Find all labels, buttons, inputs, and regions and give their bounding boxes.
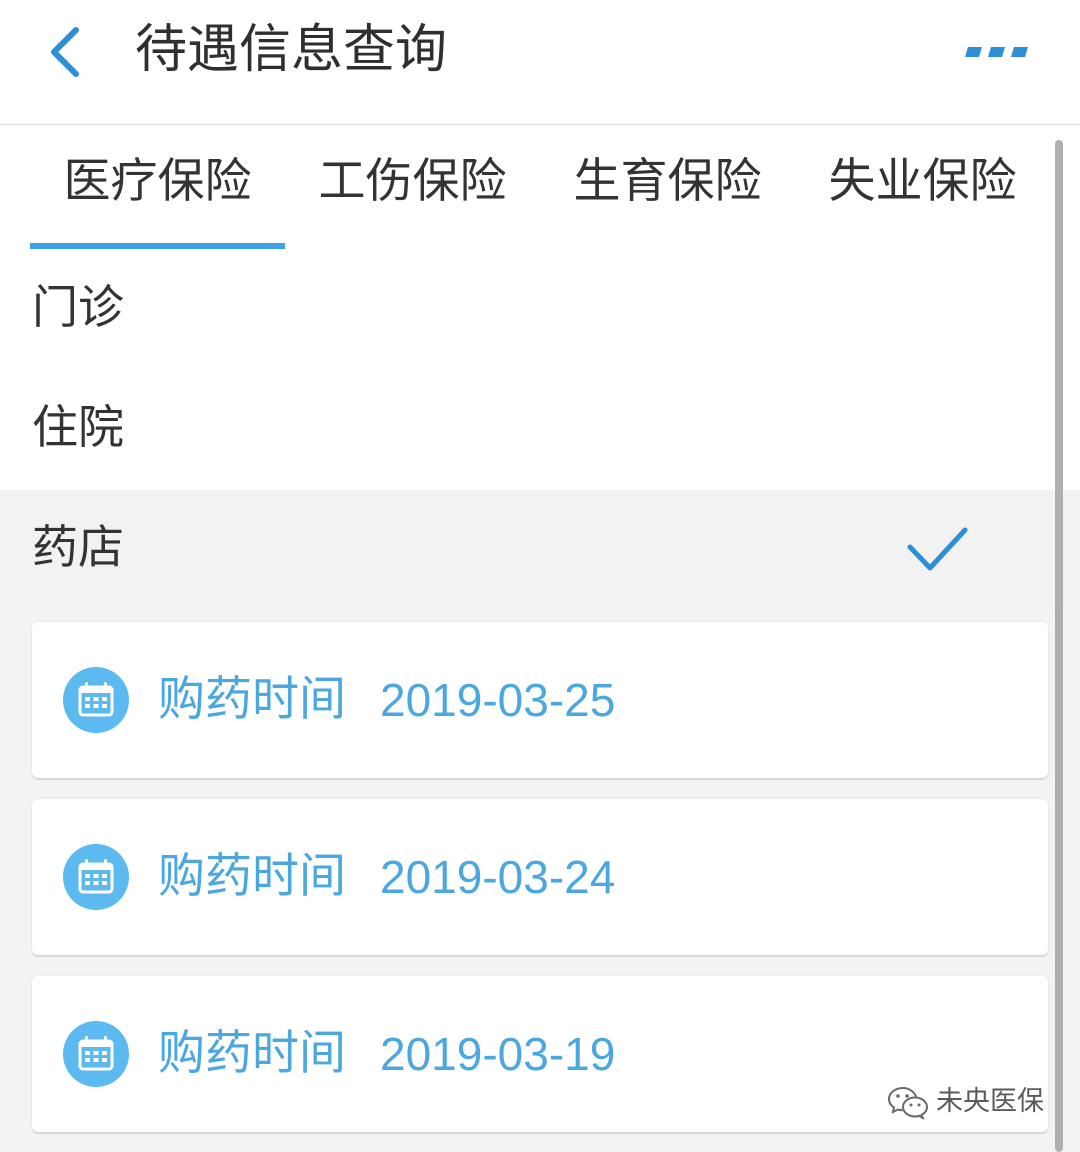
back-button[interactable]: [40, 22, 96, 82]
calendar-icon: [63, 667, 129, 733]
purchase-time-label: 购药时间: [158, 672, 346, 727]
purchase-record-card[interactable]: 购药时间 2019-03-25: [32, 622, 1048, 778]
watermark-text: 未央医保: [936, 1086, 1044, 1117]
app-header: 待遇信息查询: [0, 0, 1080, 125]
page-title: 待遇信息查询: [135, 20, 448, 80]
purchase-date: 2019-03-24: [380, 851, 616, 903]
purchase-time-label: 购药时间: [158, 1026, 346, 1081]
purchase-date: 2019-03-25: [380, 674, 616, 726]
purchase-record-card[interactable]: 购药时间 2019-03-24: [32, 799, 1048, 955]
category-label: 门诊: [32, 280, 124, 334]
tab-label: 生育保险: [573, 154, 762, 209]
tab-label: 医疗保险: [63, 154, 252, 209]
tab-active-indicator: [30, 243, 285, 249]
tab-medical-insurance[interactable]: 医疗保险: [30, 125, 285, 250]
tab-work-injury-insurance[interactable]: 工伤保险: [285, 125, 540, 250]
more-button[interactable]: [955, 36, 1035, 68]
wechat-icon: [887, 1086, 929, 1120]
category-item-pharmacy[interactable]: 药店: [0, 490, 1080, 605]
category-label: 药店: [32, 520, 124, 574]
checkmark-icon: [907, 527, 968, 571]
tab-unemployment-insurance[interactable]: 失业保险: [795, 125, 1050, 250]
more-dots-icon: [965, 47, 1028, 57]
category-item-outpatient[interactable]: 门诊: [0, 250, 1080, 370]
tab-label: 失业保险: [828, 154, 1017, 209]
purchase-date: 2019-03-19: [380, 1028, 616, 1080]
category-label: 住院: [32, 400, 124, 454]
calendar-icon: [63, 1021, 129, 1087]
tab-maternity-insurance[interactable]: 生育保险: [540, 125, 795, 250]
purchase-time-label: 购药时间: [158, 849, 346, 904]
tab-label: 工伤保险: [318, 154, 507, 209]
calendar-icon: [63, 844, 129, 910]
insurance-tabs: 医疗保险 工伤保险 生育保险 失业保险: [0, 125, 1080, 250]
scrollbar[interactable]: [1055, 140, 1063, 1152]
chevron-left-icon: [51, 27, 79, 77]
category-item-inpatient[interactable]: 住院: [0, 370, 1080, 490]
